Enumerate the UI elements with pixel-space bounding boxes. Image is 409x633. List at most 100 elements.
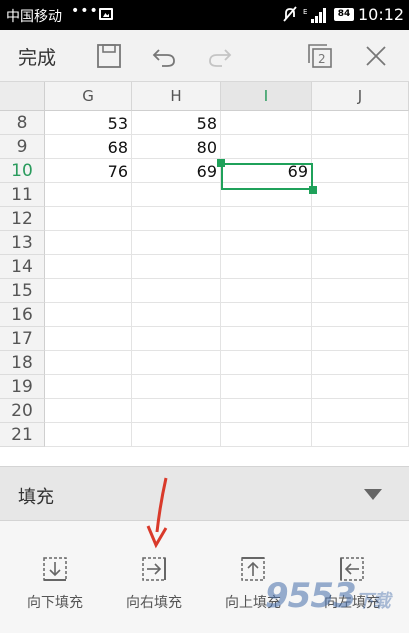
cell-h8[interactable]: 58 [132,111,221,135]
cell-j11[interactable] [312,183,409,207]
cell-i8[interactable] [221,111,312,135]
cell-g19[interactable] [45,375,132,399]
row-header-16[interactable]: 16 [0,303,45,327]
cell-g14[interactable] [45,255,132,279]
row-header-19[interactable]: 19 [0,375,45,399]
cell-g8[interactable]: 53 [45,111,132,135]
row-header-18[interactable]: 18 [0,351,45,375]
selection-handle-top-left[interactable] [217,159,225,167]
row-header-12[interactable]: 12 [0,207,45,231]
undo-icon[interactable] [150,42,178,70]
cell-j9[interactable] [312,135,409,159]
cell-g21[interactable] [45,423,132,447]
cell-grid[interactable]: G H I J 8 53 58 9 68 80 10 76 69 69 11 12 13 14 15 16 17 18 19… [0,82,409,466]
image-notification-icon [99,8,113,20]
cell-i19[interactable] [221,375,312,399]
cell-g17[interactable] [45,327,132,351]
cell-h20[interactable] [132,399,221,423]
cell-h19[interactable] [132,375,221,399]
cell-j19[interactable] [312,375,409,399]
row-header-21[interactable]: 21 [0,423,45,447]
cell-g18[interactable] [45,351,132,375]
fill-right-button[interactable]: 向右填充 [108,549,200,619]
cell-g13[interactable] [45,231,132,255]
cell-j12[interactable] [312,207,409,231]
row-header-20[interactable]: 20 [0,399,45,423]
fill-panel-header[interactable]: 填充 [0,466,409,521]
mute-icon [283,6,297,22]
cell-h16[interactable] [132,303,221,327]
carrier-label: 中国移动 [6,9,62,25]
cell-j14[interactable] [312,255,409,279]
row-header-10[interactable]: 10 [0,159,45,183]
cell-i17[interactable] [221,327,312,351]
fill-down-icon [43,557,67,581]
row-header-17[interactable]: 17 [0,327,45,351]
save-icon[interactable] [95,42,123,70]
cell-g20[interactable] [45,399,132,423]
cell-j15[interactable] [312,279,409,303]
row-header-9[interactable]: 9 [0,135,45,159]
cell-selection-box [221,163,313,190]
column-header-h[interactable]: H [132,82,221,111]
cell-j13[interactable] [312,231,409,255]
cell-h15[interactable] [132,279,221,303]
cell-j18[interactable] [312,351,409,375]
cell-i18[interactable] [221,351,312,375]
cell-h14[interactable] [132,255,221,279]
column-header-j[interactable]: J [312,82,409,111]
cell-i12[interactable] [221,207,312,231]
cell-i13[interactable] [221,231,312,255]
row-header-13[interactable]: 13 [0,231,45,255]
svg-text:E: E [303,8,307,16]
cell-g10[interactable]: 76 [45,159,132,183]
selection-handle-bottom-right[interactable] [309,186,317,194]
cell-j16[interactable] [312,303,409,327]
window-count: 2 [318,52,326,66]
cell-j21[interactable] [312,423,409,447]
cell-j20[interactable] [312,399,409,423]
cell-h9[interactable]: 80 [132,135,221,159]
cell-g11[interactable] [45,183,132,207]
cell-h12[interactable] [132,207,221,231]
cell-i16[interactable] [221,303,312,327]
watermark: 9553下载 [265,576,391,616]
row-header-15[interactable]: 15 [0,279,45,303]
column-header-i[interactable]: I [221,82,312,111]
row-header-8[interactable]: 8 [0,111,45,135]
status-bar: 中国移动 ••• E 84 10:12 [0,0,409,30]
spreadsheet[interactable]: G H I J 8 53 58 9 68 80 10 76 69 69 11 12 13 14 15 16 17 18 19… [0,82,409,466]
cell-j10[interactable] [312,159,409,183]
cell-h18[interactable] [132,351,221,375]
row-header-14[interactable]: 14 [0,255,45,279]
cell-i20[interactable] [221,399,312,423]
toolbar: 完成 2 [0,30,409,82]
cell-g15[interactable] [45,279,132,303]
redo-icon[interactable] [206,42,234,70]
notification-dots: ••• [71,3,99,19]
row-header-11[interactable]: 11 [0,183,45,207]
cell-h10[interactable]: 69 [132,159,221,183]
close-icon[interactable] [362,42,390,70]
cell-g16[interactable] [45,303,132,327]
cell-h13[interactable] [132,231,221,255]
cell-g9[interactable]: 68 [45,135,132,159]
cell-g12[interactable] [45,207,132,231]
cell-i15[interactable] [221,279,312,303]
cell-h21[interactable] [132,423,221,447]
done-button[interactable]: 完成 [18,43,56,70]
cell-j17[interactable] [312,327,409,351]
column-header-g[interactable]: G [45,82,132,111]
cell-i21[interactable] [221,423,312,447]
cell-i14[interactable] [221,255,312,279]
fill-down-label: 向下填充 [27,595,83,611]
clock: 10:12 [358,5,405,24]
battery-icon: 84 [334,8,354,21]
cell-j8[interactable] [312,111,409,135]
collapse-caret-icon[interactable] [364,489,382,500]
cell-i9[interactable] [221,135,312,159]
fill-down-button[interactable]: 向下填充 [9,549,101,619]
cell-h11[interactable] [132,183,221,207]
cell-h17[interactable] [132,327,221,351]
select-all-corner[interactable] [0,82,45,111]
